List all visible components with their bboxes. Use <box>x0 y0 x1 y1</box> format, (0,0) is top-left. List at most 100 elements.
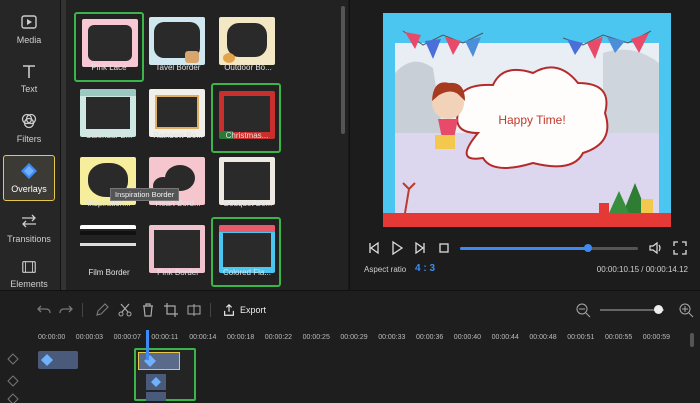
text-icon <box>23 65 35 78</box>
redo-icon[interactable] <box>58 302 74 318</box>
overlay-tile-pink-border[interactable] <box>143 220 213 290</box>
sidebar-item-label: Media <box>16 35 42 45</box>
timeline-clip[interactable] <box>38 351 78 369</box>
overlay-thumbnail <box>149 17 205 65</box>
toolbar-divider <box>82 303 83 317</box>
timeline-clip[interactable] <box>146 392 166 401</box>
ruler-tick-label: 00:00:48 <box>529 334 557 341</box>
selected-clip-group[interactable] <box>134 348 196 401</box>
overlay-thumbnail <box>80 225 136 273</box>
overlay-label: Bouquet Bo... <box>223 199 273 208</box>
ruler-tick-label: 00:00:18 <box>227 334 255 341</box>
ruler-tick-label: 00:00:14 <box>189 334 217 341</box>
timeline-ruler: 00:00:00 00:00:03 00:00:07 00:00:11 00:00:14… <box>0 334 700 346</box>
overlay-tile-rainbow-border[interactable] <box>143 84 213 154</box>
overlay-label: Outdoor Bo... <box>224 63 272 72</box>
track-visibility-icon[interactable] <box>7 353 19 365</box>
sidebar-item-filters[interactable]: Filters <box>3 105 55 151</box>
ruler-tick-label: 00:00:55 <box>605 334 633 341</box>
overlay-label: Pink Lace <box>91 63 127 72</box>
ruler-tick-label: 00:00:03 <box>75 334 104 341</box>
progress-handle[interactable] <box>584 244 593 252</box>
tooltip: Inspiration Border <box>110 188 180 201</box>
sidebar-item-media[interactable]: Media <box>3 6 55 52</box>
sidebar: Media Text Filters Overlays Transitions … <box>0 0 61 290</box>
ruler-tick-label: 00:00:44 <box>491 334 519 341</box>
sidebar-item-transitions[interactable]: Transitions <box>3 205 55 251</box>
timeline-clip[interactable] <box>138 352 180 370</box>
delete-icon[interactable] <box>140 302 156 318</box>
sidebar-item-label: Elements <box>10 279 48 289</box>
overlays-icon <box>21 163 37 179</box>
preview-canvas[interactable]: Happy Time! <box>383 13 671 227</box>
play-icon[interactable] <box>389 240 405 256</box>
ruler-tick-label: 00:00:07 <box>113 334 141 341</box>
overlay-thumbnail <box>80 89 136 137</box>
preview-caption: Happy Time! <box>498 113 566 127</box>
app-window: Media Text Filters Overlays Transitions … <box>0 0 700 403</box>
overlay-tile-film-border[interactable] <box>74 220 144 290</box>
overlay-thumbnail <box>219 157 275 205</box>
overlay-thumbnail <box>149 89 205 137</box>
overlay-label: Colored Fla... <box>222 268 272 277</box>
ruler-tick-label: 00:00:11 <box>151 334 179 341</box>
overlay-tile-christmas-border[interactable] <box>211 83 281 153</box>
next-frame-icon[interactable] <box>412 240 428 256</box>
overlay-tile-heart-border[interactable] <box>143 152 213 222</box>
undo-icon[interactable] <box>36 302 52 318</box>
fullscreen-icon[interactable] <box>672 240 688 256</box>
ruler-tick-label: 00:00:22 <box>264 334 293 341</box>
overlay-tile-bouquet-border[interactable] <box>213 152 283 222</box>
sidebar-item-label: Overlays <box>11 184 47 194</box>
export-icon <box>224 303 234 316</box>
ruler-tick-label: 00:00:00 <box>38 334 66 341</box>
overlay-label: Film Border <box>88 268 130 277</box>
crop-icon[interactable] <box>163 302 179 318</box>
overlay-thumbnail <box>82 19 138 67</box>
timeline-panel: Export 00:00:00 00:00:03 00:00:07 00:00:11 0… <box>0 290 700 403</box>
overlay-label: Calendar B... <box>85 131 133 140</box>
export-button[interactable]: Export <box>222 302 266 318</box>
edit-icon[interactable] <box>94 302 110 318</box>
volume-icon[interactable] <box>648 240 664 256</box>
media-icon <box>21 15 37 29</box>
ruler-tick-label: 00:00:59 <box>642 334 671 341</box>
track-visibility-icon[interactable] <box>7 375 19 387</box>
sidebar-item-elements[interactable]: Elements <box>3 253 55 289</box>
zoom-in-icon[interactable] <box>678 302 694 318</box>
overlay-tile-calendar-border[interactable] <box>74 84 144 154</box>
overlay-label: Rainbow Bo... <box>153 131 203 140</box>
progress-bar[interactable] <box>460 244 638 252</box>
elements-icon <box>22 261 36 273</box>
zoom-slider-handle[interactable] <box>653 305 663 314</box>
overlay-clip-icon <box>41 354 53 366</box>
sidebar-item-overlays[interactable]: Overlays <box>3 155 55 201</box>
overlay-tile-inspiration-border[interactable] <box>74 152 144 222</box>
zoom-out-icon[interactable] <box>575 302 591 318</box>
playhead[interactable] <box>146 330 149 360</box>
split-screen-icon[interactable] <box>186 302 202 318</box>
overlay-thumbnail <box>149 225 205 273</box>
track-visibility-icon[interactable] <box>7 393 19 403</box>
sidebar-item-label: Transitions <box>7 234 51 244</box>
ruler-tick-label: 00:00:40 <box>453 334 482 341</box>
overlay-panel-scrollbar[interactable] <box>341 6 345 134</box>
aspect-ratio-selector[interactable]: 4 : 3 <box>415 263 435 274</box>
sidebar-item-label: Filters <box>16 134 42 144</box>
progress-fill <box>460 247 589 250</box>
playback-controls <box>360 240 695 260</box>
ruler-tick-label: 00:00:33 <box>378 334 406 341</box>
overlay-clip-icon <box>151 377 161 387</box>
ruler-tick-label: 00:00:25 <box>302 334 330 341</box>
cut-icon[interactable] <box>117 302 133 318</box>
overlay-label: Tavel Border <box>155 63 201 72</box>
sidebar-item-text[interactable]: Text <box>3 55 55 101</box>
timeline-scrollbar[interactable] <box>690 333 694 347</box>
stop-icon[interactable] <box>436 240 452 256</box>
overlay-label: Christmas... <box>225 131 269 140</box>
filters-icon <box>21 113 37 129</box>
timeline-clip[interactable] <box>146 374 166 390</box>
previous-frame-icon[interactable] <box>366 240 382 256</box>
export-label: Export <box>240 305 267 315</box>
toolbar-divider <box>210 303 211 317</box>
